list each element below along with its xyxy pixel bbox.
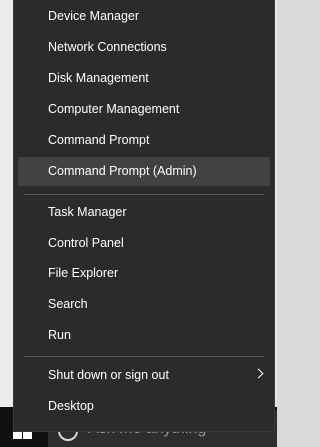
menu-separator	[24, 194, 264, 195]
menu-item-command-prompt[interactable]: Command Prompt	[18, 126, 270, 155]
menu-item-command-prompt-admin[interactable]: Command Prompt (Admin)	[18, 157, 270, 186]
power-user-menu: Device Manager Network Connections Disk …	[13, 0, 275, 432]
menu-item-shut-down-label: Shut down or sign out	[48, 368, 169, 382]
chevron-right-icon	[253, 368, 264, 379]
desktop-background	[0, 0, 13, 447]
menu-item-task-manager[interactable]: Task Manager	[18, 198, 270, 227]
menu-item-computer-management[interactable]: Computer Management	[18, 95, 270, 124]
menu-item-control-panel[interactable]: Control Panel	[18, 229, 270, 258]
menu-separator	[24, 356, 264, 357]
menu-item-network-connections[interactable]: Network Connections	[18, 33, 270, 62]
menu-item-search[interactable]: Search	[18, 290, 270, 319]
menu-item-run[interactable]: Run	[18, 321, 270, 350]
menu-item-file-explorer[interactable]: File Explorer	[18, 259, 270, 288]
menu-item-disk-management[interactable]: Disk Management	[18, 64, 270, 93]
menu-item-shut-down[interactable]: Shut down or sign out	[18, 361, 270, 390]
screen: Ask me anything Device Manager Network C…	[0, 0, 277, 447]
menu-item-device-manager[interactable]: Device Manager	[18, 2, 270, 31]
menu-item-desktop[interactable]: Desktop	[18, 392, 270, 421]
